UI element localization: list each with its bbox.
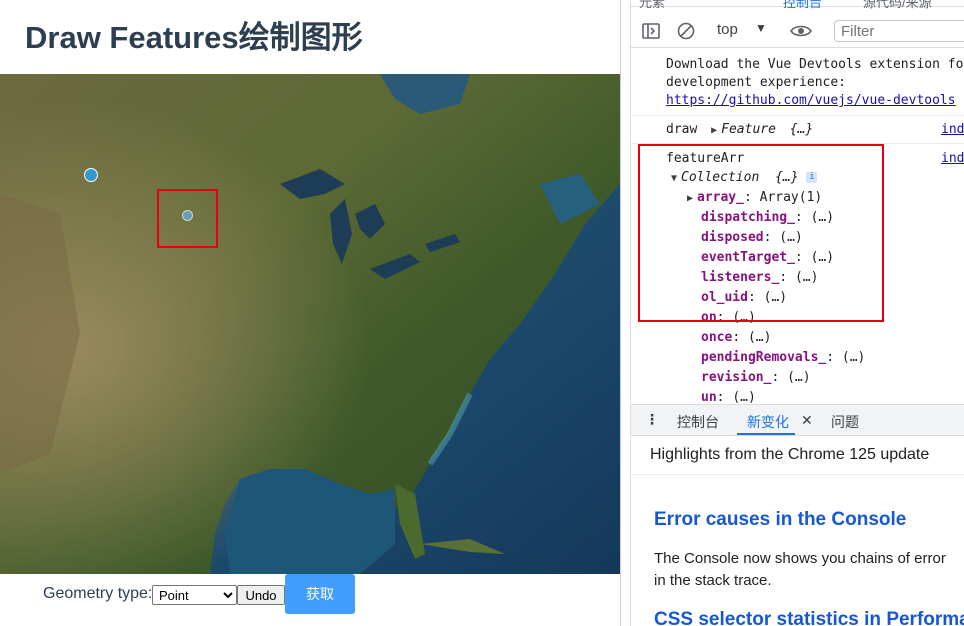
console-log-draw: draw ▶ Feature {…} — [666, 122, 813, 137]
clear-console-icon[interactable] — [676, 21, 696, 41]
feature-description-line: in the stack trace. — [654, 572, 772, 589]
feature-heading-link[interactable]: CSS selector statistics in Performan — [654, 609, 964, 626]
more-options-icon[interactable]: ⋮ — [645, 411, 659, 428]
filter-input[interactable] — [834, 20, 964, 42]
close-icon[interactable]: ✕ — [801, 412, 813, 429]
drawn-point-marker[interactable] — [84, 168, 98, 182]
feature-heading-link[interactable]: Error causes in the Console — [654, 509, 906, 531]
property-key: un — [701, 390, 717, 405]
geometry-type-select[interactable]: Point — [152, 585, 237, 605]
console-output: Download the Vue Devtools extension fo d… — [631, 48, 964, 405]
context-select[interactable]: top — [717, 21, 738, 38]
property-value: (…) — [787, 370, 811, 385]
app-pane: Draw Features绘制图形 Geometry type: Point U… — [0, 0, 620, 626]
property-row[interactable]: revision_: (…) — [701, 370, 811, 385]
devtools-panel: 元素 控制台 源代码/来源 top ▼ Download the Vue Dev… — [630, 0, 964, 626]
drawer-tab-whats-new[interactable]: 新变化 — [747, 412, 789, 432]
control-bar: Geometry type: Point Undo 获取 — [0, 574, 620, 626]
sidebar-toggle-icon[interactable] — [641, 21, 661, 41]
property-key: pendingRemovals_ — [701, 350, 827, 365]
console-message-text: development experience: — [666, 75, 847, 90]
source-link[interactable]: ind — [941, 151, 964, 166]
map-imagery — [0, 74, 620, 574]
chevron-down-icon: ▼ — [755, 21, 767, 35]
divider — [631, 115, 964, 116]
source-link[interactable]: ind — [941, 122, 964, 137]
property-value: (…) — [732, 390, 756, 405]
property-key: once — [701, 330, 733, 345]
red-highlight-box — [157, 189, 218, 248]
devtools-tab-strip: 元素 控制台 源代码/来源 — [631, 0, 964, 10]
property-row[interactable]: once: (…) — [701, 330, 771, 345]
drawer-tab-bar: ⋮ 控制台 新变化 ✕ 问题 — [631, 404, 964, 436]
eye-icon[interactable] — [789, 21, 813, 41]
active-tab-indicator — [737, 433, 795, 435]
red-highlight-box — [638, 144, 884, 322]
geometry-type-label: Geometry type: — [43, 585, 153, 602]
page-title: Draw Features绘制图形 — [25, 20, 363, 55]
drawer-tab-console[interactable]: 控制台 — [677, 412, 719, 432]
tab-console[interactable]: 控制台 — [783, 0, 822, 11]
property-value: (…) — [841, 350, 866, 365]
object-type[interactable]: Feature — [721, 122, 776, 137]
property-key: revision_ — [701, 370, 772, 385]
property-value: (…) — [747, 330, 772, 345]
highlights-heading: Highlights from the Chrome 125 update — [650, 446, 930, 463]
expand-arrow-icon[interactable]: ▶ — [711, 125, 721, 136]
feature-description: The Console now shows you chains of erro… — [654, 548, 964, 592]
divider — [631, 474, 964, 475]
satellite-map[interactable] — [0, 74, 620, 574]
tab-sources[interactable]: 源代码/来源 — [863, 0, 932, 11]
property-row[interactable]: un: (…) — [701, 390, 756, 405]
console-toolbar: top ▼ — [631, 15, 964, 48]
tab-elements[interactable]: 元素 — [639, 0, 665, 11]
pane-gap — [621, 0, 630, 626]
feature-description-line: The Console now shows you chains of erro… — [654, 550, 946, 567]
get-button[interactable]: 获取 — [285, 574, 355, 614]
log-label: draw — [666, 122, 698, 137]
console-message-text: Download the Vue Devtools extension fo — [666, 57, 964, 72]
whats-new-panel: Highlights from the Chrome 125 update Er… — [631, 436, 964, 626]
drawer-tab-issues[interactable]: 问题 — [831, 412, 859, 432]
devtools-link[interactable]: https://github.com/vuejs/vue-devtools — [666, 93, 956, 108]
undo-button[interactable]: Undo — [237, 585, 285, 605]
property-row[interactable]: pendingRemovals_: (…) — [701, 350, 865, 365]
object-preview: {…} — [789, 122, 814, 137]
